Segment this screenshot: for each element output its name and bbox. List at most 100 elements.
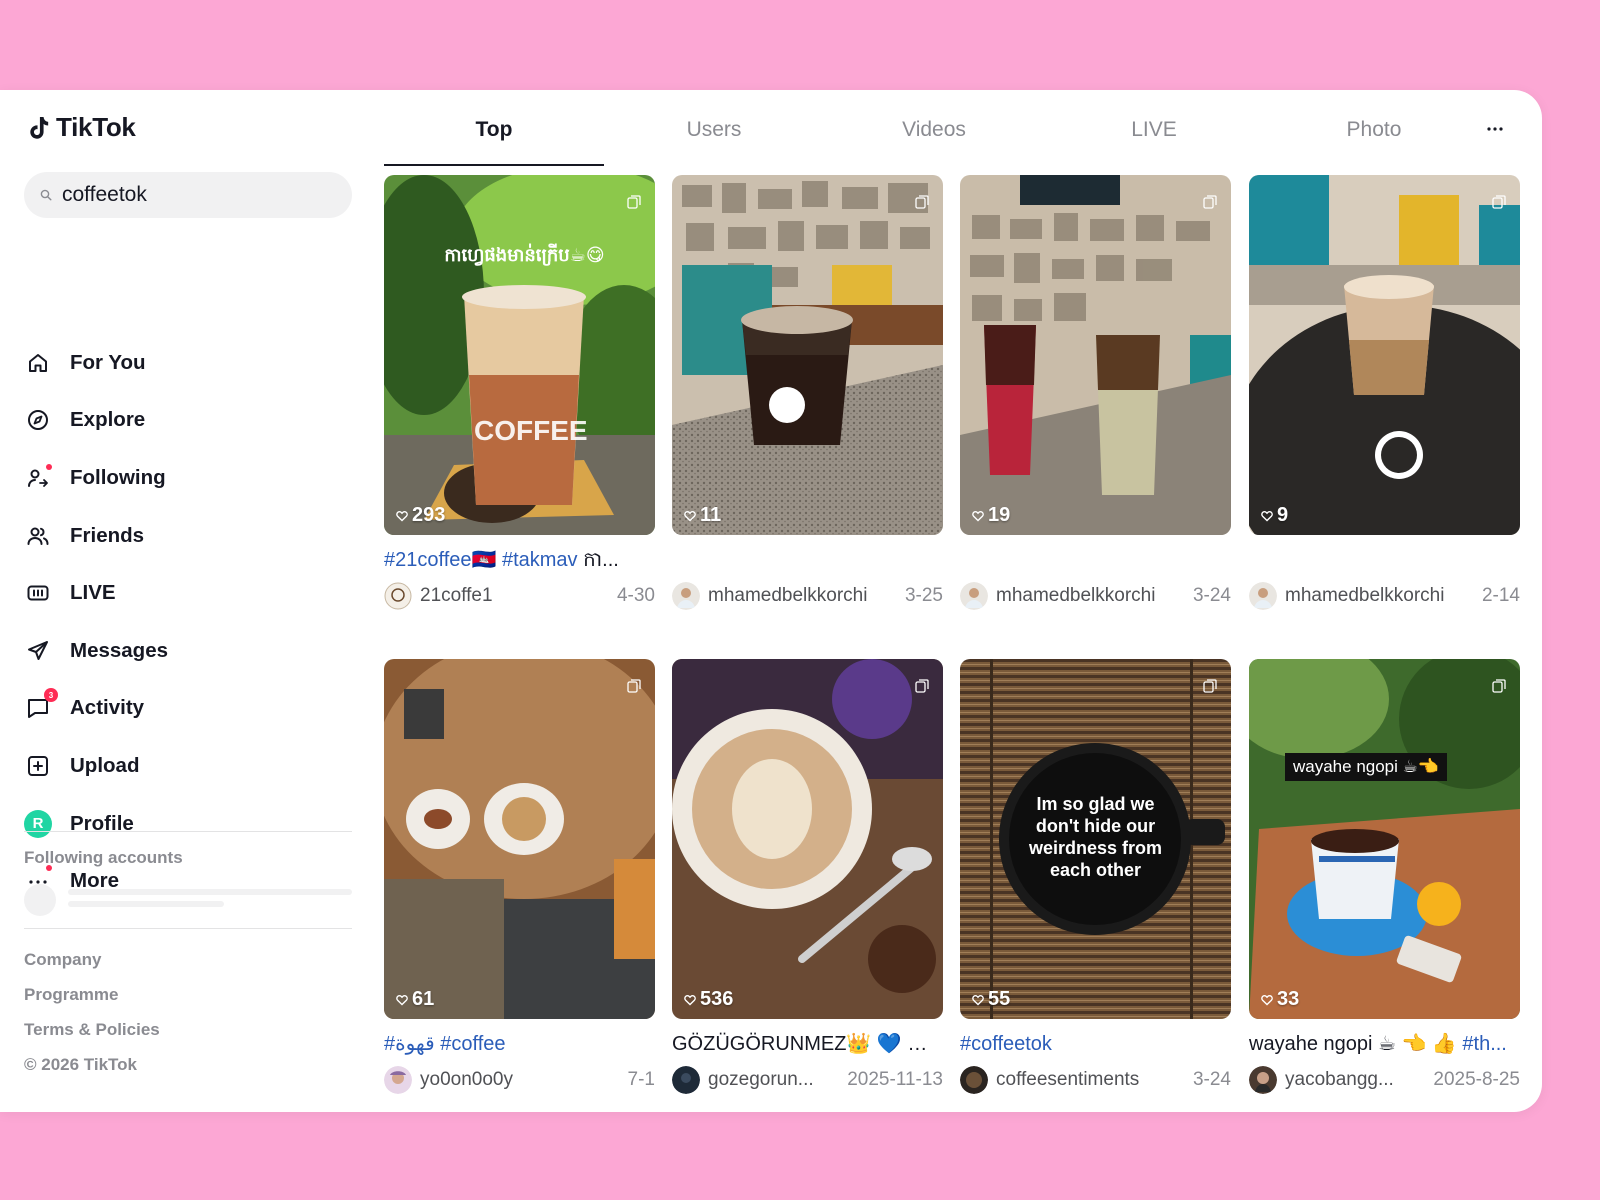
search-tabs: Top Users Videos LIVE Photo <box>384 108 1520 166</box>
author-avatar[interactable] <box>384 582 412 610</box>
hashtag-link[interactable]: #takmav <box>502 549 578 571</box>
hashtag-link[interactable]: #th... <box>1462 1033 1506 1055</box>
result-card[interactable]: 11 mhamedbelkkorchi 3-25 <box>672 175 943 610</box>
result-caption[interactable] <box>960 547 1231 573</box>
hashtag-link[interactable]: #قهوة <box>384 1033 435 1055</box>
sidebar-item-profile[interactable]: R Profile <box>24 795 354 853</box>
tab-top[interactable]: Top <box>384 108 604 166</box>
sidebar-item-live[interactable]: LIVE <box>24 564 354 622</box>
author-avatar[interactable] <box>960 1066 988 1094</box>
author-name[interactable]: 21coffe1 <box>420 585 609 607</box>
author-name[interactable]: mhamedbelkkorchi <box>1285 585 1474 607</box>
result-thumbnail[interactable]: wayahe ngopi ☕👈 33 <box>1249 659 1520 1019</box>
result-card[interactable]: COFFEE កាហ្វេផងមាន់ក្រើប☕😋 293 #21coffee… <box>384 175 655 610</box>
author-name[interactable]: gozegorun... <box>708 1069 839 1091</box>
result-caption[interactable]: #coffeetok <box>960 1031 1231 1057</box>
copyright: © 2026 TikTok <box>24 1055 138 1074</box>
sidebar: TikTok For You Explore <box>0 90 376 1112</box>
friends-icon <box>24 522 52 550</box>
placeholder-avatar <box>24 884 56 916</box>
tab-live[interactable]: LIVE <box>1044 108 1264 154</box>
footer-link-company[interactable]: Company <box>24 942 160 977</box>
result-thumbnail[interactable]: 61 <box>384 659 655 1019</box>
carousel-icon <box>1492 679 1506 693</box>
tiktok-logo[interactable]: TikTok <box>28 112 136 143</box>
tab-videos[interactable]: Videos <box>824 108 1044 154</box>
result-thumbnail[interactable]: 9 <box>1249 175 1520 535</box>
result-meta: gozegorun... 2025-11-13 <box>672 1066 943 1094</box>
thumbnail-image <box>1249 659 1520 1019</box>
tab-users[interactable]: Users <box>604 108 824 154</box>
result-card[interactable]: wayahe ngopi ☕👈 33 wayahe ngopi ☕ 👈 👍 #t… <box>1249 659 1520 1094</box>
post-date: 7-1 <box>627 1069 655 1090</box>
like-count-value: 9 <box>1277 504 1289 526</box>
author-avatar[interactable] <box>672 582 700 610</box>
sidebar-item-activity[interactable]: 3 Activity <box>24 680 354 738</box>
sidebar-item-for-you[interactable]: For You <box>24 334 354 392</box>
sidebar-item-label: Explore <box>70 408 146 432</box>
hashtag-link[interactable]: #coffee <box>440 1033 505 1055</box>
author-name[interactable]: mhamedbelkkorchi <box>996 585 1185 607</box>
result-caption[interactable]: wayahe ngopi ☕ 👈 👍 #th... <box>1249 1031 1520 1057</box>
thumbnail-image <box>672 175 943 535</box>
result-card[interactable]: Im so glad we don't hide our weirdness f… <box>960 659 1231 1094</box>
like-count: 33 <box>1261 988 1299 1011</box>
caption-text: កា... <box>577 549 619 571</box>
thumbnail-image <box>960 175 1231 535</box>
result-caption[interactable] <box>1249 547 1520 573</box>
sidebar-item-label: Upload <box>70 753 140 777</box>
author-avatar[interactable] <box>1249 1066 1277 1094</box>
author-avatar[interactable] <box>960 582 988 610</box>
sidebar-item-friends[interactable]: Friends <box>24 507 354 565</box>
author-avatar[interactable] <box>672 1066 700 1094</box>
result-thumbnail[interactable]: COFFEE កាហ្វេផងមាន់ក្រើប☕😋 293 <box>384 175 655 535</box>
result-caption[interactable]: #قهوة #coffee <box>384 1031 655 1057</box>
sidebar-nav: For You Explore Following Friends LIVE M… <box>24 334 354 910</box>
author-avatar[interactable] <box>384 1066 412 1094</box>
heart-icon <box>396 510 408 521</box>
result-thumbnail[interactable]: Im so glad we don't hide our weirdness f… <box>960 659 1231 1019</box>
result-card[interactable]: 9 mhamedbelkkorchi 2-14 <box>1249 175 1520 610</box>
sidebar-item-label: Following <box>70 465 166 489</box>
svg-text:COFFEE: COFFEE <box>474 415 588 446</box>
sidebar-item-upload[interactable]: Upload <box>24 737 354 795</box>
result-thumbnail[interactable]: 11 <box>672 175 943 535</box>
hashtag-link[interactable]: #coffeetok <box>960 1033 1052 1055</box>
carousel-icon <box>1203 679 1217 693</box>
result-thumbnail[interactable]: 536 <box>672 659 943 1019</box>
tab-photo[interactable]: Photo <box>1264 108 1484 154</box>
activity-badge: 3 <box>44 688 58 703</box>
more-tabs-button[interactable] <box>1480 114 1510 144</box>
sidebar-item-messages[interactable]: Messages <box>24 622 354 680</box>
home-icon <box>24 349 52 377</box>
result-caption[interactable]: #21coffee🇰🇭 #takmav កា... <box>384 547 655 573</box>
sidebar-divider <box>24 928 352 929</box>
author-name[interactable]: yacobangg... <box>1285 1069 1425 1091</box>
author-name[interactable]: coffeesentiments <box>996 1069 1185 1091</box>
author-name[interactable]: yo0on0o0y <box>420 1069 620 1091</box>
search-bar[interactable] <box>24 172 352 218</box>
author-name[interactable]: mhamedbelkkorchi <box>708 585 897 607</box>
sidebar-item-following[interactable]: Following <box>24 449 354 507</box>
thumbnail-image: COFFEE <box>384 175 655 535</box>
footer-link-programme[interactable]: Programme <box>24 977 160 1012</box>
result-card[interactable]: 19 mhamedbelkkorchi 3-24 <box>960 175 1231 610</box>
placeholder-line <box>68 889 352 895</box>
post-date: 3-25 <box>904 585 943 606</box>
heart-icon <box>972 510 984 521</box>
search-input[interactable] <box>62 183 322 207</box>
hashtag-link[interactable]: #21coffee🇰🇭 <box>384 549 496 571</box>
result-caption[interactable] <box>672 547 943 573</box>
result-card[interactable]: 536 GÖZÜGÖRUNMEZ👑 💙 🙏 ... gozegorun... 2… <box>672 659 943 1094</box>
sidebar-item-label: LIVE <box>70 581 116 605</box>
result-meta: mhamedbelkkorchi 3-24 <box>960 582 1231 610</box>
result-thumbnail[interactable]: 19 <box>960 175 1231 535</box>
result-caption[interactable]: GÖZÜGÖRUNMEZ👑 💙 🙏 ... <box>672 1031 943 1057</box>
like-count: 19 <box>972 504 1010 527</box>
sidebar-item-explore[interactable]: Explore <box>24 392 354 450</box>
result-card[interactable]: 61 #قهوة #coffee yo0on0o0y 7-1 <box>384 659 655 1094</box>
post-date: 2025-11-13 <box>847 1069 943 1090</box>
footer-link-terms[interactable]: Terms & Policies <box>24 1012 160 1047</box>
author-avatar[interactable] <box>1249 582 1277 610</box>
sidebar-footer: Company Programme Terms & Policies © 202… <box>24 942 160 1082</box>
